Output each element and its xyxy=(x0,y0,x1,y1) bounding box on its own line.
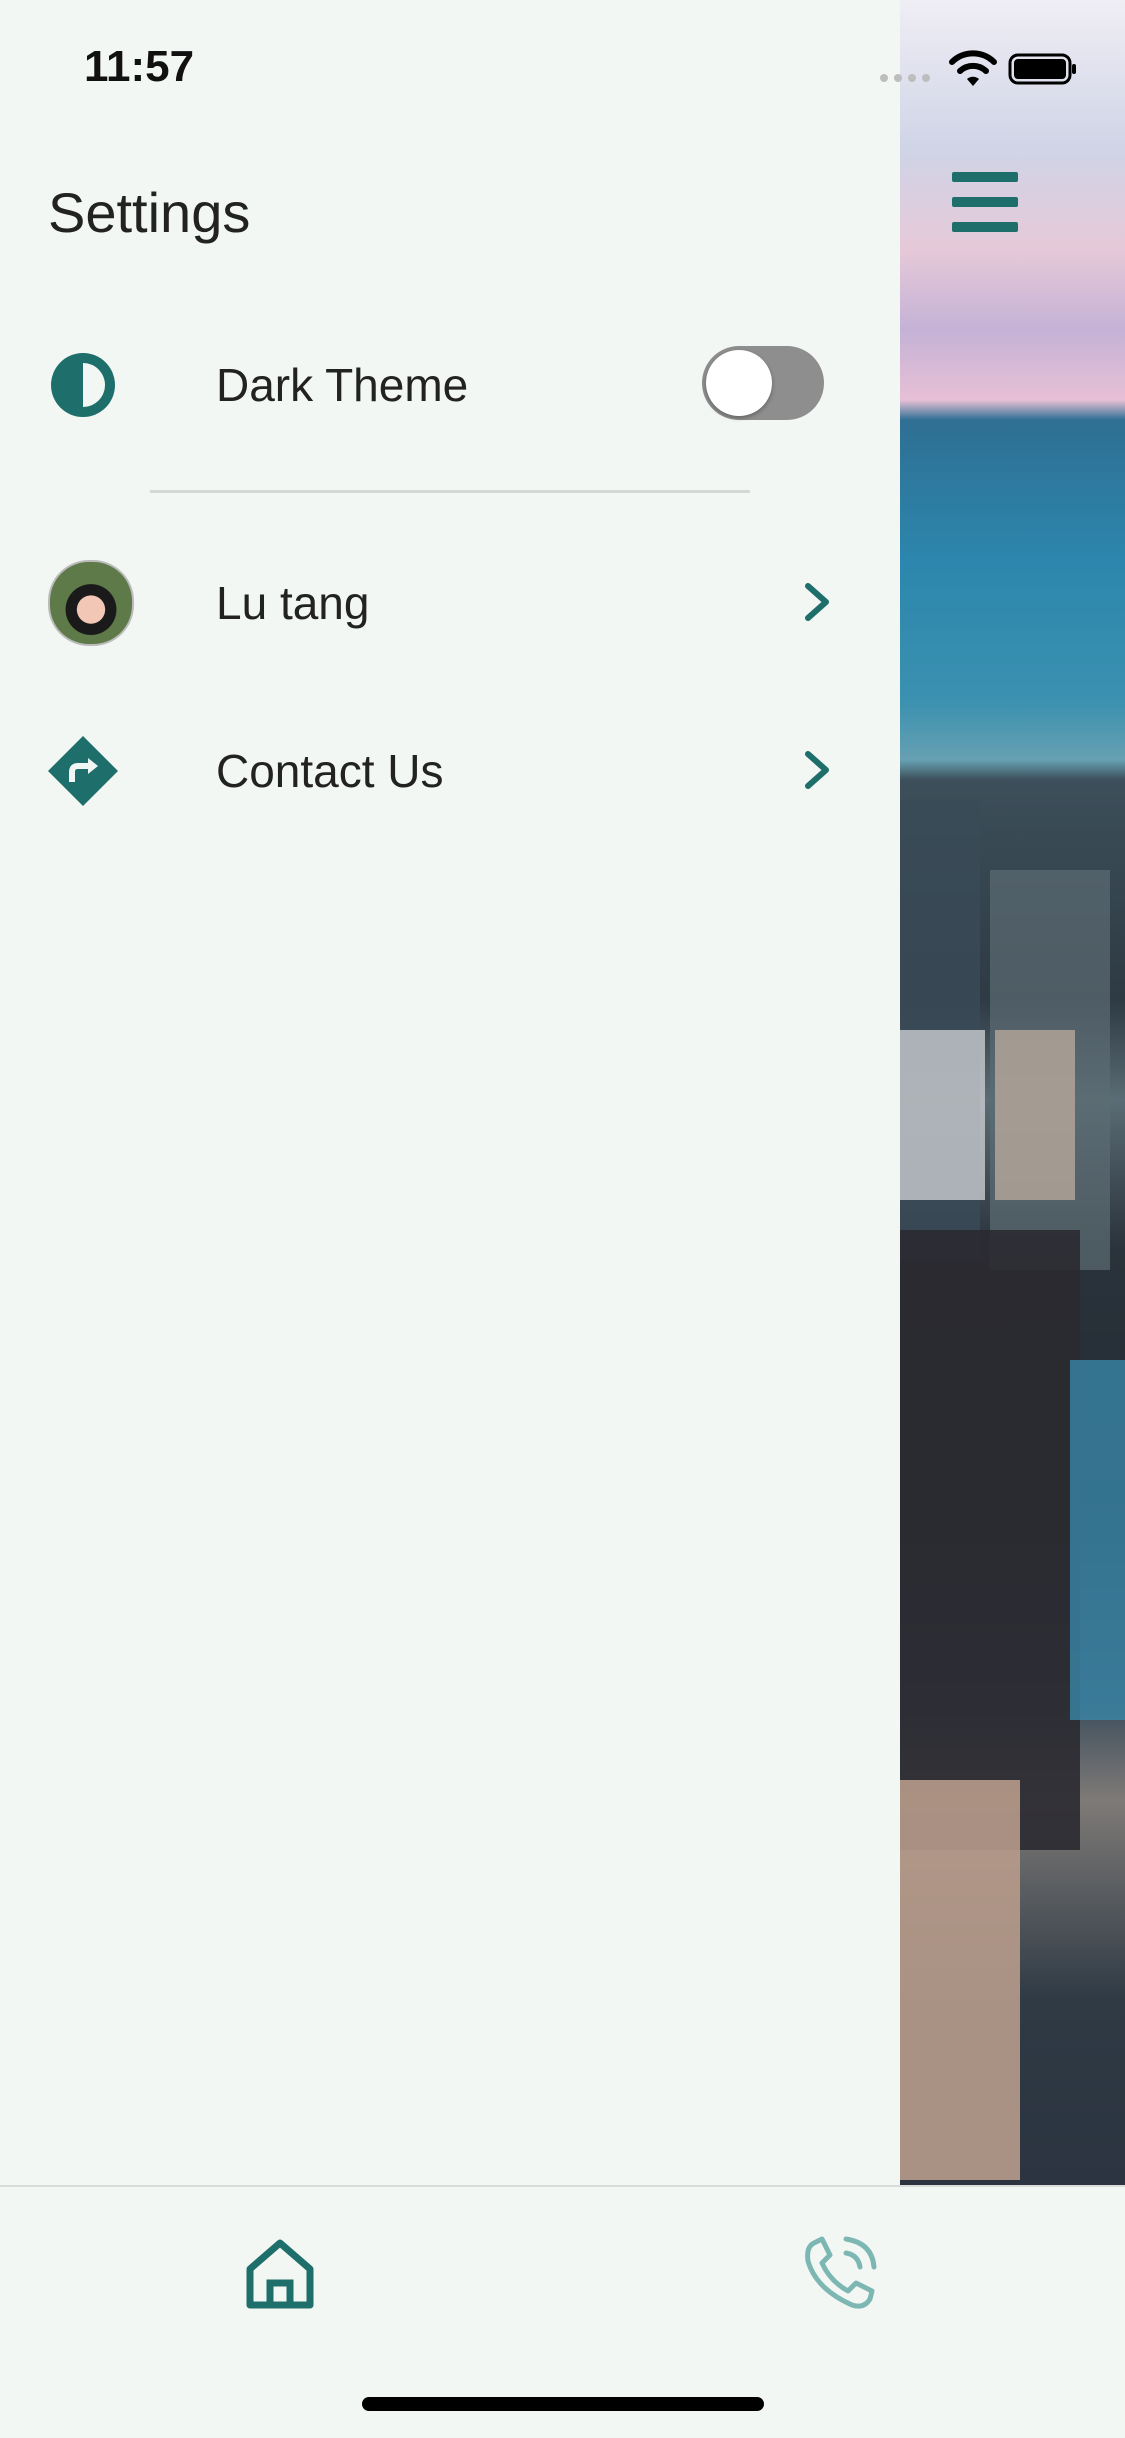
status-bar: 11:57 xyxy=(0,0,1125,140)
home-indicator xyxy=(362,2397,764,2411)
menu-icon[interactable] xyxy=(952,172,1018,232)
battery-icon xyxy=(1008,53,1076,85)
divider xyxy=(150,490,750,493)
profile-row[interactable]: Lu tang xyxy=(0,540,900,660)
avatar xyxy=(48,560,134,646)
wifi-icon xyxy=(949,50,997,86)
cellular-signal-icon xyxy=(880,74,930,82)
dark-theme-toggle[interactable] xyxy=(702,346,824,420)
dark-theme-label: Dark Theme xyxy=(216,359,469,411)
home-icon[interactable] xyxy=(240,2233,320,2313)
contrast-icon xyxy=(51,353,115,417)
contact-us-label: Contact Us xyxy=(216,745,444,797)
settings-drawer: Settings Dark Theme Lu tang Contact Us xyxy=(0,0,900,2185)
profile-name: Lu tang xyxy=(216,577,370,629)
contact-us-row[interactable]: Contact Us xyxy=(0,708,900,828)
toggle-knob xyxy=(706,350,772,416)
drawer-title: Settings xyxy=(48,181,251,244)
chevron-right-icon xyxy=(805,751,829,789)
phone-call-icon[interactable] xyxy=(800,2233,880,2313)
chevron-right-icon xyxy=(805,583,829,621)
status-time: 11:57 xyxy=(84,42,195,91)
directions-icon xyxy=(48,736,118,806)
